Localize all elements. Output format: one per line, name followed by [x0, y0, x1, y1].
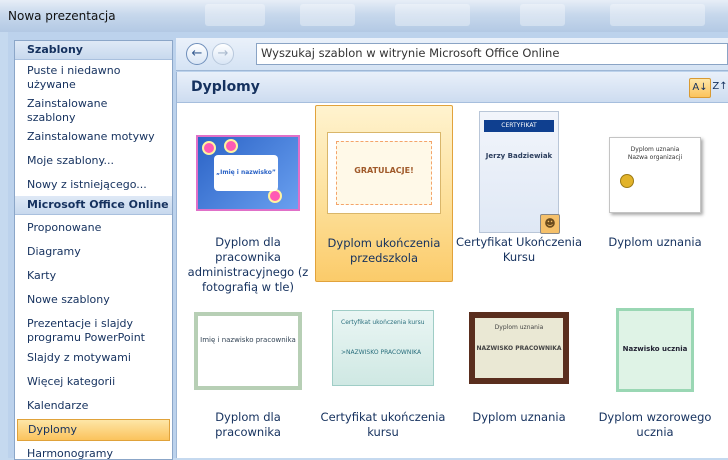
- titlebar-ghost: [610, 4, 705, 26]
- flower-decoration: [202, 141, 216, 155]
- search-box: [256, 43, 728, 65]
- thumb-text: „Imię i nazwisko”: [214, 155, 278, 191]
- sidebar-item-more-categories[interactable]: Więcej kategorii: [15, 375, 172, 389]
- thumb-sub: NAZWISKO PRACOWNIKA: [476, 345, 562, 352]
- sidebar-header-templates: Szablony: [15, 41, 172, 60]
- navigation-bar: ← →: [176, 38, 728, 71]
- forward-arrow-icon[interactable]: →: [212, 43, 234, 65]
- titlebar-ghost: [520, 4, 565, 26]
- template-thumbnail: „Imię i nazwisko”: [196, 135, 300, 211]
- sidebar-item-new-templates[interactable]: Nowe szablony: [15, 293, 172, 307]
- sidebar-item-my-templates[interactable]: Moje szablony...: [15, 154, 172, 168]
- thumb-text: Dyplom uznania: [630, 146, 680, 153]
- thumb-text: Nazwisko ucznia: [622, 345, 688, 353]
- template-thumbnail: CERTYFIKAT Jerzy Badziewiak ☻: [479, 111, 560, 234]
- thumb-sub: >NAZWISKO PRACOWNIKA: [341, 349, 422, 356]
- template-caption: Certyfikat ukończenia kursu: [320, 410, 446, 439]
- thumb-name: Jerzy Badziewiak: [485, 152, 553, 160]
- sidebar-item-diplomas[interactable]: Dyplomy: [17, 419, 170, 441]
- medal-icon: [620, 174, 634, 188]
- template-tile[interactable]: Certyfikat ukończenia kursu >NAZWISKO PR…: [315, 282, 451, 457]
- template-thumbnail: GRATULACJE!: [327, 132, 441, 214]
- template-tile[interactable]: CERTYFIKAT Jerzy Badziewiak ☻ Certyfikat…: [451, 105, 587, 280]
- thumb-sub: Nazwa organizacji: [627, 154, 683, 161]
- titlebar-ghost: [300, 4, 355, 26]
- thumb-text: Imię i nazwisko pracownika: [200, 336, 296, 344]
- template-caption: Dyplom uznania: [472, 410, 566, 424]
- sidebar-item-featured[interactable]: Proponowane: [15, 221, 172, 235]
- sidebar-item-installed-themes[interactable]: Zainstalowane motywy: [15, 130, 172, 144]
- template-caption: Dyplom dla pracownika: [215, 410, 281, 439]
- thumb-text: GRATULACJE!: [354, 166, 414, 175]
- sidebar-item-cards[interactable]: Karty: [15, 269, 172, 283]
- sort-za-icon[interactable]: Z↑: [710, 78, 728, 96]
- template-tile[interactable]: Imię i nazwisko pracownika Dyplom dla pr…: [180, 282, 316, 457]
- sidebar-item-presentations[interactable]: Prezentacje i slajdy programu PowerPoint: [15, 317, 158, 345]
- template-thumbnail: Dyplom uznania NAZWISKO PRACOWNIKA: [469, 312, 569, 384]
- template-caption: Dyplom ukończenia przedszkola: [327, 236, 441, 265]
- thumb-card: Dyplom uznania NAZWISKO PRACOWNIKA: [475, 318, 563, 378]
- template-tile[interactable]: Dyplom uznania Nazwa organizacji Dyplom …: [587, 105, 723, 280]
- template-caption: Dyplom uznania: [608, 235, 702, 249]
- template-thumbnail: Imię i nazwisko pracownika: [194, 312, 302, 390]
- thumb-text: CERTYFIKAT: [484, 120, 554, 132]
- sidebar-item-schedules[interactable]: Harmonogramy: [15, 447, 172, 459]
- sidebar-item-new-from-existing[interactable]: Nowy z istniejącego...: [15, 178, 172, 192]
- template-tile-selected[interactable]: GRATULACJE! Dyplom ukończenia przedszkol…: [315, 105, 453, 282]
- thumb-text: Certyfikat ukończenia kursu: [341, 319, 425, 326]
- sidebar-item-diagrams[interactable]: Diagramy: [15, 245, 172, 259]
- sort-az-icon[interactable]: A↓: [689, 78, 711, 98]
- thumb-card: GRATULACJE!: [336, 141, 432, 205]
- gallery-title: Dyplomy: [191, 79, 260, 95]
- sidebar-item-installed-templates[interactable]: Zainstalowane szablony: [15, 97, 129, 125]
- template-gallery: Dyplomy A↓ Z↑ „Imię i nazwisko” Dyplom d…: [176, 72, 728, 458]
- template-thumbnail: Dyplom uznania Nazwa organizacji: [609, 137, 701, 213]
- search-input[interactable]: [257, 44, 725, 62]
- template-caption: Certyfikat Ukończenia Kursu: [455, 235, 583, 264]
- template-tile[interactable]: Dyplom uznania NAZWISKO PRACOWNIKA Dyplo…: [451, 282, 587, 457]
- sidebar-item-calendars[interactable]: Kalendarze: [15, 399, 172, 413]
- template-tile[interactable]: „Imię i nazwisko” Dyplom dla pracownika …: [180, 105, 316, 294]
- sidebar-header-office-online: Microsoft Office Online: [15, 196, 172, 215]
- back-arrow-icon[interactable]: ←: [186, 43, 208, 65]
- gallery-header: Dyplomy A↓ Z↑: [177, 72, 728, 103]
- titlebar-ghost: [205, 4, 265, 26]
- template-thumbnail: Nazwisko ucznia: [616, 308, 694, 392]
- template-caption: Dyplom wzorowego ucznia: [598, 410, 712, 439]
- window-title: Nowa prezentacja: [8, 9, 116, 23]
- flower-decoration: [268, 189, 282, 203]
- title-bar: Nowa prezentacja: [0, 0, 728, 32]
- sidebar-item-theme-slides[interactable]: Slajdy z motywami: [15, 351, 172, 365]
- template-tile[interactable]: Nazwisko ucznia Dyplom wzorowego ucznia: [587, 282, 723, 457]
- thumb-text: Dyplom uznania: [494, 324, 544, 331]
- category-sidebar: Szablony Puste i niedawno używane Zainst…: [14, 40, 173, 460]
- flower-decoration: [224, 139, 238, 153]
- template-thumbnail: Certyfikat ukończenia kursu >NAZWISKO PR…: [332, 310, 434, 386]
- person-icon: ☻: [540, 214, 560, 234]
- titlebar-ghost: [395, 4, 470, 26]
- sidebar-item-recent[interactable]: Puste i niedawno używane: [15, 64, 129, 92]
